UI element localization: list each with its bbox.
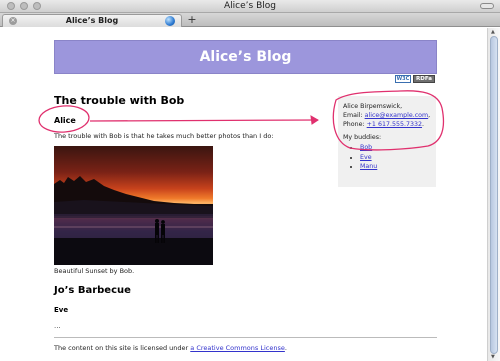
tab-alices-blog[interactable]: × Alice’s Blog bbox=[2, 14, 182, 27]
footer-divider bbox=[54, 337, 437, 338]
buddy-item: Eve bbox=[360, 153, 431, 163]
post2-excerpt: ... bbox=[54, 322, 61, 330]
photo-caption: Beautiful Sunset by Bob. bbox=[54, 267, 135, 275]
w3c-badge[interactable]: W3C bbox=[395, 75, 411, 83]
buddy-item: Bob bbox=[360, 143, 431, 153]
footer: The content on this site is licensed und… bbox=[54, 344, 287, 352]
scroll-up-icon[interactable]: ▲ bbox=[491, 29, 495, 35]
post-author: Alice bbox=[54, 116, 76, 125]
new-tab-button[interactable]: + bbox=[186, 13, 198, 26]
window-titlebar: Alice’s Blog bbox=[0, 0, 500, 13]
vertical-scrollbar[interactable]: ▲ ▼ bbox=[487, 28, 500, 361]
buddy-link-eve[interactable]: Eve bbox=[360, 154, 372, 161]
buddies-list: Bob Eve Manu bbox=[360, 143, 431, 172]
vcard-sidebar: Alice Birpemswick, Email: alice@example.… bbox=[338, 96, 436, 187]
phone-label: Phone: bbox=[343, 121, 365, 128]
post2-author: Eve bbox=[54, 306, 69, 314]
window-title: Alice’s Blog bbox=[224, 1, 276, 11]
email-link[interactable]: alice@example.com bbox=[365, 112, 429, 119]
sunset-photo bbox=[54, 146, 213, 265]
buddy-link-bob[interactable]: Bob bbox=[360, 144, 372, 151]
blog-banner: Alice’s Blog bbox=[54, 40, 437, 74]
vcard-name: Alice Birpemswick, bbox=[343, 103, 403, 110]
scrollbar-thumb[interactable] bbox=[490, 36, 498, 354]
buddy-link-manu[interactable]: Manu bbox=[360, 163, 377, 170]
scroll-down-icon[interactable]: ▼ bbox=[491, 354, 495, 360]
email-label: Email: bbox=[343, 112, 363, 119]
buddies-label: My buddies: bbox=[343, 134, 382, 141]
post-title: The trouble with Bob bbox=[54, 94, 185, 107]
buddy-item: Manu bbox=[360, 162, 431, 172]
phone-link[interactable]: +1 617.555.7332 bbox=[367, 121, 422, 128]
tab-bar: × Alice’s Blog + bbox=[0, 13, 500, 27]
favicon-icon bbox=[165, 16, 175, 26]
post2-title: Jo’s Barbecue bbox=[54, 285, 131, 296]
rdfa-badge[interactable]: RDFa bbox=[413, 75, 435, 83]
toolbar-toggle-button[interactable] bbox=[480, 3, 494, 9]
license-link[interactable]: a Creative Commons License bbox=[190, 344, 285, 352]
validation-badges: W3C RDFa bbox=[395, 75, 435, 83]
post-body: The trouble with Bob is that he takes mu… bbox=[54, 132, 274, 140]
footer-text: The content on this site is licensed und… bbox=[54, 344, 189, 352]
tab-label: Alice’s Blog bbox=[65, 16, 119, 25]
